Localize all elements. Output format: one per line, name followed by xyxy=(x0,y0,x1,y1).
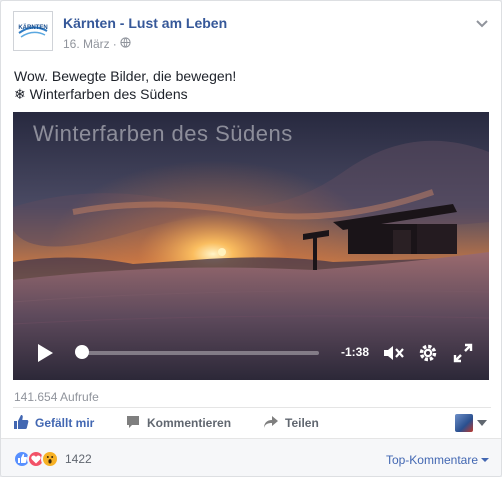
fullscreen-icon[interactable] xyxy=(453,343,473,363)
logo-text: KÄRNTEN xyxy=(18,24,47,31)
video-player[interactable]: Winterfarben des Südens -1:38 xyxy=(13,112,489,380)
post-header: KÄRNTEN Kärnten - Lust am Leben 16. März… xyxy=(13,11,491,55)
comment-button-label: Kommentieren xyxy=(147,416,232,430)
progress-scrubber[interactable] xyxy=(75,345,89,359)
thumbs-up-icon xyxy=(13,414,29,433)
kaernten-logo: KÄRNTEN xyxy=(17,19,49,43)
viewer-avatar xyxy=(455,414,473,432)
video-title-overlay: Winterfarben des Südens xyxy=(33,121,293,146)
video-controls: -1:38 xyxy=(13,338,489,368)
post-options-chevron-icon[interactable] xyxy=(475,17,489,29)
post-as-selector[interactable] xyxy=(455,414,487,432)
like-button-label: Gefällt mir xyxy=(35,416,95,430)
reactions-footer: 1422 Top-Kommentare xyxy=(1,438,501,476)
page-avatar[interactable]: KÄRNTEN xyxy=(13,11,53,51)
view-count[interactable]: 141.654 Aufrufe xyxy=(14,390,99,404)
action-bar: Gefällt mir Kommentieren Teilen xyxy=(13,409,491,437)
post-card: KÄRNTEN Kärnten - Lust am Leben 16. März… xyxy=(0,0,502,477)
comment-icon xyxy=(125,414,141,433)
divider xyxy=(13,407,491,408)
post-meta: 16. März · xyxy=(63,37,131,51)
post-text-line1: Wow. Bewegte Bilder, die bewegen! xyxy=(14,68,237,84)
share-arrow-icon xyxy=(263,414,279,433)
progress-track[interactable] xyxy=(77,351,319,355)
reaction-summary[interactable]: 1422 xyxy=(13,450,92,468)
comment-sort-dropdown[interactable]: Top-Kommentare xyxy=(386,453,489,467)
remaining-time: -1:38 xyxy=(341,345,370,359)
wow-reaction-icon xyxy=(41,450,59,468)
caret-down-icon xyxy=(481,458,489,462)
post-message: Wow. Bewegte Bilder, die bewegen! ❄ Wint… xyxy=(14,67,236,103)
caret-down-icon xyxy=(477,420,487,426)
play-icon[interactable] xyxy=(35,343,55,363)
globe-icon xyxy=(120,37,131,51)
page-name-link[interactable]: Kärnten - Lust am Leben xyxy=(63,15,227,31)
gear-icon[interactable] xyxy=(418,343,438,363)
post-date[interactable]: 16. März xyxy=(63,37,110,51)
comment-button[interactable]: Kommentieren xyxy=(125,409,231,437)
comment-sort-label: Top-Kommentare xyxy=(385,453,478,467)
share-button[interactable]: Teilen xyxy=(263,409,319,437)
like-button[interactable]: Gefällt mir xyxy=(13,409,94,437)
share-button-label: Teilen xyxy=(285,416,319,430)
mute-icon[interactable] xyxy=(383,343,405,363)
meta-separator: · xyxy=(112,37,117,51)
reaction-count: 1422 xyxy=(65,452,92,466)
post-text-line2: ❄ Winterfarben des Südens xyxy=(14,86,188,102)
